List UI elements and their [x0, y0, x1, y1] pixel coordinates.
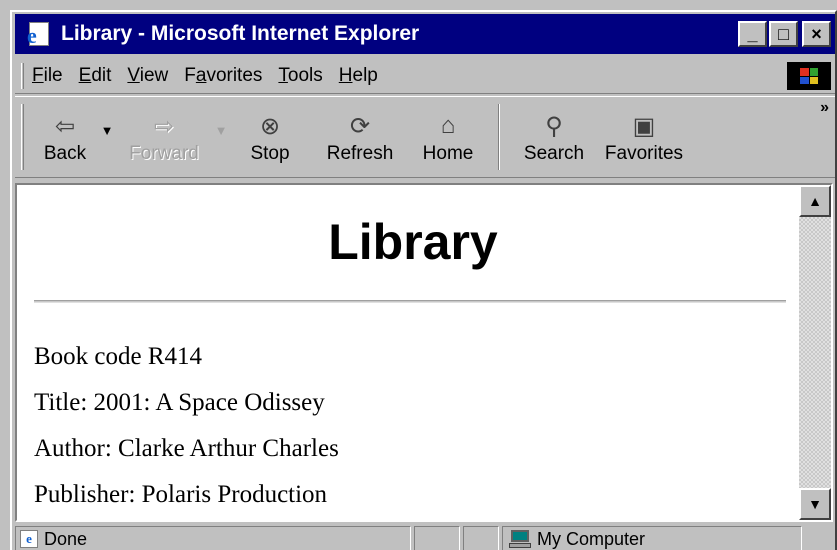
horizontal-rule [34, 300, 786, 303]
window-title: Library - Microsoft Internet Explorer [61, 22, 420, 45]
forward-dropdown[interactable]: ▼ [212, 123, 230, 138]
search-label: Search [523, 143, 585, 164]
content-frame: Library Book code R414 Title: 2001: A Sp… [15, 183, 833, 522]
toolbar-separator [498, 104, 500, 170]
refresh-label: Refresh [326, 143, 394, 164]
favorites-label: Favorites [604, 143, 684, 164]
close-button[interactable]: × [802, 21, 831, 47]
ie-app-icon[interactable]: e [23, 19, 53, 49]
forward-arrow-icon: ⇨ [153, 112, 175, 140]
back-label: Back [43, 143, 87, 164]
refresh-button[interactable]: ⟳ Refresh [310, 100, 410, 174]
zone-text: My Computer [537, 528, 646, 549]
favorites-button[interactable]: ▣ Favorites [596, 100, 692, 174]
menu-favorites[interactable]: Favorites [184, 65, 262, 87]
menu-grip[interactable] [21, 62, 24, 89]
forward-label: Forward [129, 143, 199, 164]
home-label: Home [422, 143, 474, 164]
menu-help[interactable]: Help [339, 65, 378, 87]
status-panel-progress [414, 526, 460, 550]
page-done-icon: e [20, 530, 38, 548]
book-title-text: Title: 2001: A Space Odissey [34, 389, 325, 416]
my-computer-icon [509, 530, 531, 548]
status-panel-zone: My Computer [502, 526, 802, 550]
windows-logo-icon [787, 62, 831, 90]
forward-button[interactable]: ⇨ Forward [116, 100, 212, 174]
status-panel-main: e Done [15, 526, 411, 550]
standard-toolbar: ⇦ Back ▼ ⇨ Forward ▼ ⊗ Stop ⟳ Refresh ⌂ … [15, 96, 835, 178]
book-code-text: Book code R414 [34, 343, 203, 370]
status-bar: e Done My Computer [15, 526, 837, 550]
stop-label: Stop [250, 143, 290, 164]
search-button[interactable]: ⚲ Search [512, 100, 596, 174]
page-heading: Library [328, 214, 498, 270]
menu-file[interactable]: File [32, 65, 63, 87]
back-button[interactable]: ⇦ Back [32, 100, 98, 174]
book-author-text: Author: Clarke Arthur Charles [34, 435, 339, 462]
search-icon: ⚲ [545, 112, 563, 140]
back-dropdown[interactable]: ▼ [98, 123, 116, 138]
maximize-button[interactable]: □ [769, 21, 798, 47]
title-bar[interactable]: e Library - Microsoft Internet Explorer … [15, 14, 835, 54]
menu-edit[interactable]: Edit [79, 65, 112, 87]
home-icon: ⌂ [440, 112, 456, 139]
menu-tools[interactable]: Tools [278, 65, 322, 87]
minimize-button[interactable]: _ [738, 21, 767, 47]
stop-icon: ⊗ [259, 112, 281, 140]
menu-view[interactable]: View [127, 65, 168, 87]
menu-bar: File Edit View Favorites Tools Help [15, 58, 835, 94]
vertical-scrollbar[interactable]: ▲ ▼ [799, 185, 831, 520]
browser-window: e Library - Microsoft Internet Explorer … [10, 10, 837, 550]
home-button[interactable]: ⌂ Home [410, 100, 486, 174]
favorites-folder-icon: ▣ [632, 112, 656, 140]
back-arrow-icon: ⇦ [54, 112, 76, 140]
page-content: Library Book code R414 Title: 2001: A Sp… [17, 185, 799, 520]
scroll-up-button[interactable]: ▲ [799, 185, 831, 217]
status-panel-lock [463, 526, 499, 550]
book-publisher-text: Publisher: Polaris Production [34, 481, 328, 508]
toolbar-grip[interactable] [21, 104, 24, 170]
status-text: Done [44, 528, 88, 549]
toolbar-more-chevron[interactable]: » [820, 99, 829, 117]
stop-button[interactable]: ⊗ Stop [230, 100, 310, 174]
refresh-icon: ⟳ [349, 112, 371, 140]
scroll-down-button[interactable]: ▼ [799, 488, 831, 520]
